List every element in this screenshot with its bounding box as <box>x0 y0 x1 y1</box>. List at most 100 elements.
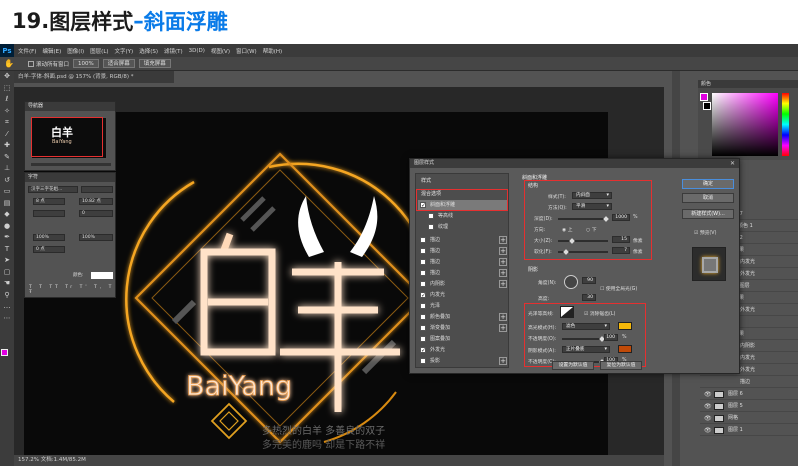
angle-field[interactable]: 90 <box>582 277 596 284</box>
font-style-dropdown[interactable] <box>81 186 113 193</box>
menu-3d[interactable]: 3D(D) <box>189 48 205 54</box>
dodge-tool-icon[interactable]: ● <box>0 221 14 233</box>
style-item-texture[interactable]: 纹理 <box>418 222 508 232</box>
color-background-swatch[interactable] <box>703 102 711 110</box>
menu-layer[interactable]: 图层(L) <box>90 47 108 55</box>
hand-tool-small-icon[interactable]: ☚ <box>0 278 14 290</box>
style-item-stroke[interactable]: 描边 + <box>418 268 508 278</box>
altitude-field[interactable]: 30 <box>582 294 596 301</box>
crop-tool-icon[interactable]: ⌗ <box>0 117 14 129</box>
shape-tool-icon[interactable]: ▢ <box>0 267 14 279</box>
history-brush-icon[interactable]: ↺ <box>0 175 14 187</box>
text-color-swatch[interactable] <box>91 272 113 279</box>
healing-tool-icon[interactable]: ✚ <box>0 140 14 152</box>
add-icon[interactable]: + <box>499 313 507 321</box>
fit-screen-button[interactable]: 适合屏幕 <box>102 59 135 68</box>
marquee-tool-icon[interactable]: ⬚ <box>0 83 14 95</box>
style-checkbox[interactable] <box>420 248 426 254</box>
add-icon[interactable]: + <box>499 280 507 288</box>
zoom-100-button[interactable]: 100% <box>72 59 99 68</box>
angle-dial[interactable] <box>564 275 578 289</box>
add-icon[interactable]: + <box>499 324 507 332</box>
add-icon[interactable]: + <box>499 269 507 277</box>
style-checkbox[interactable] <box>420 314 426 320</box>
more-tools-icon[interactable]: … <box>0 301 14 313</box>
make-default-button[interactable]: 设置为默认值 <box>552 361 594 370</box>
eraser-tool-icon[interactable]: ▭ <box>0 186 14 198</box>
style-item-stroke[interactable]: 描边 + <box>418 246 508 256</box>
baseline-shift-field[interactable]: 0 点 <box>33 246 65 253</box>
new-style-button[interactable]: 新建样式(W)... <box>682 209 734 219</box>
lasso-tool-icon[interactable]: ℓ <box>0 94 14 106</box>
color-picker-field[interactable] <box>712 93 778 156</box>
style-checkbox[interactable] <box>420 281 426 287</box>
style-checkbox[interactable] <box>420 325 426 331</box>
horizontal-scale-field[interactable]: 100% <box>79 234 113 241</box>
cancel-button[interactable]: 取消 <box>682 193 734 203</box>
stamp-tool-icon[interactable]: ⊥ <box>0 163 14 175</box>
ok-button[interactable]: 确定 <box>682 179 734 189</box>
style-item-inner-shadow[interactable]: 内阴影 + <box>418 279 508 289</box>
close-icon[interactable]: ✕ <box>730 159 735 168</box>
eye-icon[interactable]: 👁 <box>704 401 712 412</box>
reset-default-button[interactable]: 复位为默认值 <box>600 361 642 370</box>
type-tool-icon[interactable]: T <box>0 244 14 256</box>
add-icon[interactable]: + <box>499 258 507 266</box>
menu-help[interactable]: 帮助(H) <box>263 47 282 55</box>
style-checkbox[interactable] <box>420 291 426 301</box>
menu-type[interactable]: 文字(Y) <box>115 47 134 55</box>
style-item-inner-glow[interactable]: 内发光 <box>418 290 508 301</box>
global-light-checkbox[interactable]: ☐ 使用全局光(G) <box>600 285 637 292</box>
fill-screen-button[interactable]: 填充屏幕 <box>138 59 171 68</box>
style-checkbox[interactable] <box>428 224 434 230</box>
style-item-stroke[interactable]: 描边 + <box>418 235 508 245</box>
font-family-dropdown[interactable]: 汉字三字花姐... <box>28 186 78 193</box>
pen-tool-icon[interactable]: ✒ <box>0 232 14 244</box>
menu-filter[interactable]: 滤镜(T) <box>164 47 183 55</box>
style-item-contour[interactable]: 等高线 <box>418 211 508 221</box>
style-checkbox[interactable] <box>420 237 426 243</box>
kerning-field[interactable] <box>33 210 65 217</box>
zoom-tool-icon[interactable]: ⚲ <box>0 290 14 302</box>
tracking-field[interactable]: 0 <box>79 210 113 217</box>
eye-icon[interactable]: 👁 <box>704 425 712 436</box>
color-foreground-swatch[interactable] <box>700 93 708 101</box>
layer-row[interactable]: 描边 <box>700 377 798 388</box>
style-checkbox[interactable] <box>428 213 434 219</box>
style-checkbox[interactable] <box>420 303 426 309</box>
eye-icon[interactable]: 👁 <box>704 389 712 400</box>
menu-select[interactable]: 选择(S) <box>139 47 158 55</box>
style-item-satin[interactable]: 光泽 <box>418 301 508 311</box>
layer-row[interactable]: 👁 图层 1 <box>700 425 798 436</box>
font-size-field[interactable]: 8 点 <box>33 198 65 205</box>
style-checkbox[interactable] <box>420 336 426 342</box>
add-icon[interactable]: + <box>499 236 507 244</box>
move-tool-icon[interactable]: ✥ <box>0 71 14 83</box>
style-item-drop-shadow[interactable]: 投影 + <box>418 356 508 366</box>
foreground-color-swatch[interactable] <box>1 349 8 356</box>
path-select-icon[interactable]: ➤ <box>0 255 14 267</box>
style-checkbox[interactable] <box>420 346 426 356</box>
layer-row[interactable]: 👁 图层 5 <box>700 401 798 412</box>
eyedropper-tool-icon[interactable]: ⁄ <box>0 129 14 141</box>
layer-row[interactable]: 👁 图层 6 <box>700 389 798 400</box>
magic-wand-tool-icon[interactable]: ✧ <box>0 106 14 118</box>
document-tab[interactable]: 白羊-字体-斜面.psd @ 157% (背景, RGB/8) * <box>14 71 174 83</box>
preview-checkbox[interactable]: ☑ 预览(V) <box>694 229 716 236</box>
navigator-view-box[interactable] <box>31 117 103 157</box>
style-item-color-overlay[interactable]: 颜色叠加 + <box>418 312 508 322</box>
layer-row[interactable]: 👁 网格 <box>700 413 798 424</box>
brush-tool-icon[interactable]: ✎ <box>0 152 14 164</box>
style-item-outer-glow[interactable]: 外发光 <box>418 345 508 356</box>
style-checkbox[interactable] <box>420 259 426 265</box>
type-style-buttons[interactable]: T T TT Tr T' T, T Ŧ <box>29 285 115 295</box>
edit-toolbar-icon[interactable]: ⋯ <box>0 313 14 325</box>
gradient-tool-icon[interactable]: ▤ <box>0 198 14 210</box>
leading-field[interactable]: 10.82 点 <box>79 198 113 205</box>
hue-slider[interactable] <box>782 93 789 156</box>
menu-view[interactable]: 视图(V) <box>211 47 230 55</box>
style-checkbox[interactable] <box>420 358 426 364</box>
navigator-zoom-slider[interactable] <box>31 163 111 166</box>
style-item-pattern-overlay[interactable]: 图案叠加 <box>418 334 508 344</box>
style-item-gradient-overlay[interactable]: 渐变叠加 + <box>418 323 508 333</box>
